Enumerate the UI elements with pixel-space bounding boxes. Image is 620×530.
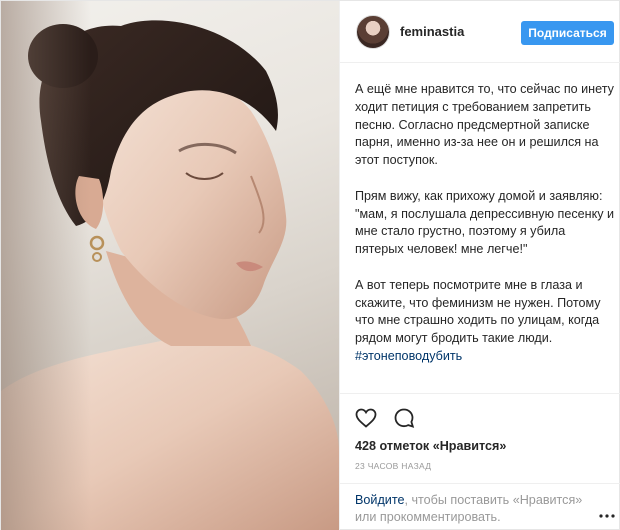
instagram-post: feminastia Подписаться А ещё мне нравитс… — [0, 0, 620, 530]
follow-button[interactable]: Подписаться — [521, 21, 614, 45]
login-prompt: Войдите, чтобы поставить «Нравится» или … — [340, 483, 620, 530]
likes-count[interactable]: 428 отметок «Нравится» — [355, 439, 506, 453]
comment-icon[interactable] — [392, 406, 416, 430]
username[interactable]: feminastia — [400, 24, 464, 39]
post-header: feminastia Подписаться — [340, 1, 620, 63]
login-prompt-text: Войдите, чтобы поставить «Нравится» или … — [355, 492, 585, 526]
post-caption: А ещё мне нравится то, что сейчас по ине… — [355, 81, 617, 366]
hashtag-link[interactable]: #этонеповодубить — [355, 348, 617, 366]
more-options-icon[interactable] — [598, 512, 616, 520]
login-link[interactable]: Войдите — [355, 493, 404, 507]
caption-paragraph: А ещё мне нравится то, что сейчас по ине… — [355, 82, 614, 168]
heart-icon[interactable] — [354, 406, 378, 430]
post-timestamp: 23 ЧАСОВ НАЗАД — [355, 461, 432, 471]
post-actions: 428 отметок «Нравится» 23 ЧАСОВ НАЗАД — [340, 393, 620, 483]
post-side-panel: feminastia Подписаться А ещё мне нравитс… — [339, 1, 620, 530]
avatar[interactable] — [356, 15, 390, 49]
woman-portrait-image — [1, 1, 339, 530]
caption-paragraph: Прям вижу, как прихожу домой и заявляю: … — [355, 188, 615, 257]
post-photo[interactable] — [1, 1, 339, 530]
caption-paragraph: А вот теперь посмотрите мне в глаза и ск… — [355, 277, 601, 346]
